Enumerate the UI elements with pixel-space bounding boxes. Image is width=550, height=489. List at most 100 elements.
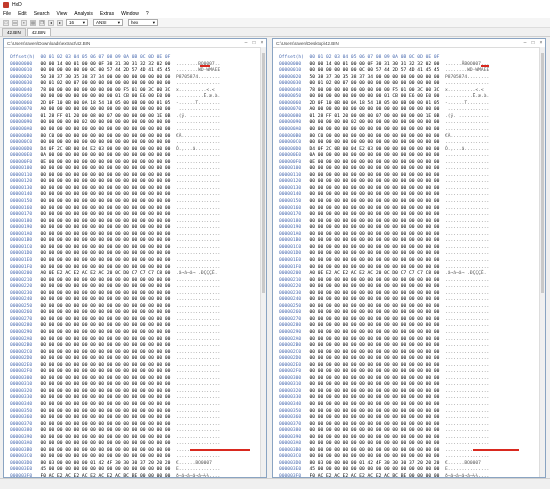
ascii-text[interactable]: ................ xyxy=(176,304,220,309)
ascii-text[interactable]: ................ xyxy=(176,232,220,237)
hex-bytes[interactable]: 00 00 00 00 00 00 00 00 00 00 00 00 00 0… xyxy=(309,389,445,394)
ascii-text[interactable]: ................ xyxy=(445,330,489,335)
hex-bytes[interactable]: 00 00 14 00 01 00 00 0F 30 31 30 31 32 3… xyxy=(40,62,176,67)
hex-bytes[interactable]: 00 00 00 00 00 00 00 00 00 00 00 00 00 0… xyxy=(309,454,445,459)
hex-bytes[interactable]: 00 00 00 00 00 00 00 00 00 00 00 00 00 0… xyxy=(309,251,445,256)
ascii-text[interactable]: ................ xyxy=(445,245,489,250)
menu-window[interactable]: Window xyxy=(121,11,139,17)
hex-bytes[interactable]: 00 00 00 00 00 00 00 00 00 00 00 00 00 0… xyxy=(309,140,445,145)
hex-bytes[interactable]: 00 00 00 00 00 00 00 00 00 00 00 00 00 0… xyxy=(309,192,445,197)
hex-bytes[interactable]: 00 00 00 00 00 00 00 00 00 00 00 00 00 0… xyxy=(40,179,176,184)
hex-bytes[interactable]: 00 00 00 00 00 00 00 00 00 00 00 00 00 0… xyxy=(40,291,176,296)
hex-bytes[interactable]: 00 00 00 00 00 00 00 00 00 00 00 00 00 0… xyxy=(309,428,445,433)
hex-bytes[interactable]: 00 00 00 00 00 00 00 00 00 00 00 00 00 0… xyxy=(40,238,176,243)
hex-bytes[interactable]: 00 00 00 00 00 00 00 00 00 00 00 00 00 0… xyxy=(309,395,445,400)
ascii-text[interactable]: ................ xyxy=(176,422,220,427)
ascii-text[interactable]: ................ xyxy=(176,409,220,414)
arrow-right-icon[interactable]: ▸ xyxy=(57,19,63,26)
hex-bytes[interactable]: 00 00 00 00 00 00 00 00 00 00 00 00 00 0… xyxy=(309,291,445,296)
ascii-text[interactable]: ................ xyxy=(176,389,220,394)
ascii-text[interactable]: ................ xyxy=(176,376,220,381)
hex-bytes[interactable]: 00 00 00 00 00 00 00 00 00 00 00 00 00 0… xyxy=(309,199,445,204)
hex-bytes[interactable]: 00 00 00 00 00 00 00 00 00 00 00 00 00 0… xyxy=(40,310,176,315)
hex-bytes[interactable]: 0E 00 00 00 00 00 00 00 00 00 00 00 00 0… xyxy=(309,160,445,165)
ascii-text[interactable]: ................ xyxy=(445,225,489,230)
hex-bytes[interactable]: 00 00 00 00 00 00 00 00 00 00 00 00 00 0… xyxy=(309,173,445,178)
hex-bytes[interactable]: 80 03 00 00 00 00 01 42 4F 30 30 30 37 2… xyxy=(40,461,176,466)
ascii-text[interactable]: ................ xyxy=(445,363,489,368)
ascii-text[interactable]: .â¬â¬â¬ .ÐÇÇÇÈ. xyxy=(445,271,487,276)
hex-bytes[interactable]: A0 00 00 00 00 00 00 00 00 00 00 00 00 0… xyxy=(40,107,176,112)
ascii-text[interactable]: ................ xyxy=(445,409,489,414)
hex-bytes[interactable]: 00 00 00 00 00 00 00 00 00 00 00 00 00 0… xyxy=(40,448,176,453)
hex-bytes[interactable]: 00 00 00 00 00 00 00 00 00 00 00 00 00 0… xyxy=(309,402,445,407)
hex-bytes[interactable]: 00 00 00 00 00 00 00 00 00 00 00 00 00 0… xyxy=(309,317,445,322)
hex-bytes[interactable]: 00 00 00 00 00 00 00 00 00 00 00 00 00 0… xyxy=(40,428,176,433)
hex-bytes[interactable]: 0A 00 00 00 00 00 00 00 00 00 00 00 00 0… xyxy=(40,153,176,158)
charset-select[interactable]: ANSI ▾ xyxy=(93,19,123,26)
ascii-text[interactable]: ................ xyxy=(445,422,489,427)
ascii-text[interactable]: ................ xyxy=(176,212,220,217)
save-icon[interactable]: ▪ xyxy=(21,19,27,26)
ascii-text[interactable]: €......BO0007 xyxy=(176,461,220,466)
ascii-text[interactable]: ................ xyxy=(445,402,489,407)
hex-bytes[interactable]: 00 00 00 00 00 00 00 00 00 00 00 00 00 0… xyxy=(40,435,176,440)
tab-file-1[interactable]: 42.BIN xyxy=(2,28,26,36)
ascii-text[interactable]: ................ xyxy=(445,284,489,289)
open-file-icon[interactable]: ▭ xyxy=(12,19,18,26)
hex-bytes[interactable]: 00 00 00 00 00 00 00 00 00 00 00 00 00 0… xyxy=(309,356,445,361)
hex-bytes[interactable]: 00 00 00 00 00 00 00 00 00 00 00 00 00 0… xyxy=(309,297,445,302)
ascii-text[interactable]: ................ xyxy=(445,376,489,381)
ascii-text[interactable]: ................ xyxy=(176,356,220,361)
ascii-text[interactable]: ................ xyxy=(445,120,489,125)
hex-bytes[interactable]: 00 00 00 00 00 00 00 00 00 00 00 00 00 0… xyxy=(40,173,176,178)
hex-bytes[interactable]: 00 00 00 00 00 00 00 00 00 00 00 00 00 0… xyxy=(40,337,176,342)
ascii-text[interactable]: ................ xyxy=(445,304,489,309)
ascii-text[interactable]: E............... xyxy=(176,467,220,472)
new-file-icon[interactable]: □ xyxy=(3,19,9,26)
hex-bytes[interactable]: 00 00 00 00 00 00 00 00 00 00 00 00 00 0… xyxy=(309,212,445,217)
menu-file[interactable]: File xyxy=(3,11,11,17)
bytes-per-row-select[interactable]: 16 ▾ xyxy=(66,19,88,26)
ascii-text[interactable]: ..........Ë.æ.à. xyxy=(445,94,489,99)
left-scrollbar[interactable] xyxy=(260,47,266,477)
ascii-text[interactable]: ................ xyxy=(445,369,489,374)
ascii-text[interactable]: ................ xyxy=(176,291,220,296)
ascii-text[interactable]: ................ xyxy=(445,199,489,204)
ascii-text[interactable]: .(ÿ. ........... xyxy=(445,114,489,119)
hex-bytes[interactable]: 00 00 00 00 00 00 00 00 00 00 00 00 00 0… xyxy=(40,441,176,446)
hex-bytes[interactable]: 00 00 00 00 00 00 00 00 00 00 00 00 00 0… xyxy=(309,363,445,368)
hex-bytes[interactable]: 0E 00 00 00 00 00 00 00 00 00 00 00 00 0… xyxy=(40,160,176,165)
ascii-text[interactable]: ................ xyxy=(176,160,220,165)
ascii-text[interactable]: ................ xyxy=(176,284,220,289)
hex-bytes[interactable]: 0A 00 00 00 00 00 00 00 00 00 00 00 00 0… xyxy=(309,153,445,158)
ascii-text[interactable]: ................ xyxy=(176,179,220,184)
hex-bytes[interactable]: 00 00 00 00 00 00 00 00 00 00 00 00 00 0… xyxy=(40,140,176,145)
hex-bytes[interactable]: 00 00 00 00 00 00 00 00 00 00 00 00 00 0… xyxy=(40,206,176,211)
ascii-text[interactable]: ................ xyxy=(445,297,489,302)
hex-bytes[interactable]: 00 00 00 00 00 00 00 00 00 00 00 00 00 0… xyxy=(309,337,445,342)
hex-bytes[interactable]: 00 00 00 00 00 00 00 00 00 00 00 00 00 0… xyxy=(309,179,445,184)
hex-bytes[interactable]: 00 00 00 00 00 00 00 00 00 00 00 00 00 0… xyxy=(40,219,176,224)
ascii-text[interactable]: x..........<.< xyxy=(445,88,484,93)
ascii-text[interactable]: ................ xyxy=(176,166,220,171)
hex-bytes[interactable]: 00 00 00 00 00 00 00 00 00 00 00 00 00 0… xyxy=(40,409,176,414)
ascii-text[interactable]: ................ xyxy=(176,350,220,355)
ascii-text[interactable]: .â¬â¬â¬ .ÐÇÇÇÈ. xyxy=(176,271,218,276)
hex-bytes[interactable]: 00 00 00 00 00 00 00 00 00 00 00 00 00 0… xyxy=(309,219,445,224)
ascii-text[interactable]: ................ xyxy=(445,192,489,197)
hex-bytes[interactable]: 00 00 00 00 00 00 00 00 00 00 00 00 00 0… xyxy=(40,212,176,217)
hex-bytes[interactable]: 00 00 00 00 00 00 00 00 00 00 00 00 00 0… xyxy=(40,415,176,420)
ascii-text[interactable]: ................ xyxy=(176,199,220,204)
ascii-text[interactable]: ................ xyxy=(445,291,489,296)
ascii-text[interactable]: Ô.,...â......... xyxy=(176,147,220,152)
menu-search[interactable]: Search xyxy=(34,11,50,17)
hex-bytes[interactable]: 00 00 00 00 00 00 00 00 00 00 00 00 00 0… xyxy=(309,304,445,309)
hex-bytes[interactable]: 01 28 FF 01 20 00 08 00 07 00 00 00 00 0… xyxy=(309,114,445,119)
hex-bytes[interactable]: 00 00 00 00 00 00 00 00 00 00 00 00 00 0… xyxy=(40,199,176,204)
ascii-text[interactable]: ................ xyxy=(176,81,220,86)
menu-help[interactable]: ? xyxy=(146,11,149,17)
offset-base-select[interactable]: hex ▾ xyxy=(128,19,158,26)
minimize-icon[interactable]: – xyxy=(521,40,529,46)
hex-bytes[interactable]: 00 00 00 00 00 00 00 00 00 00 00 00 00 0… xyxy=(309,206,445,211)
